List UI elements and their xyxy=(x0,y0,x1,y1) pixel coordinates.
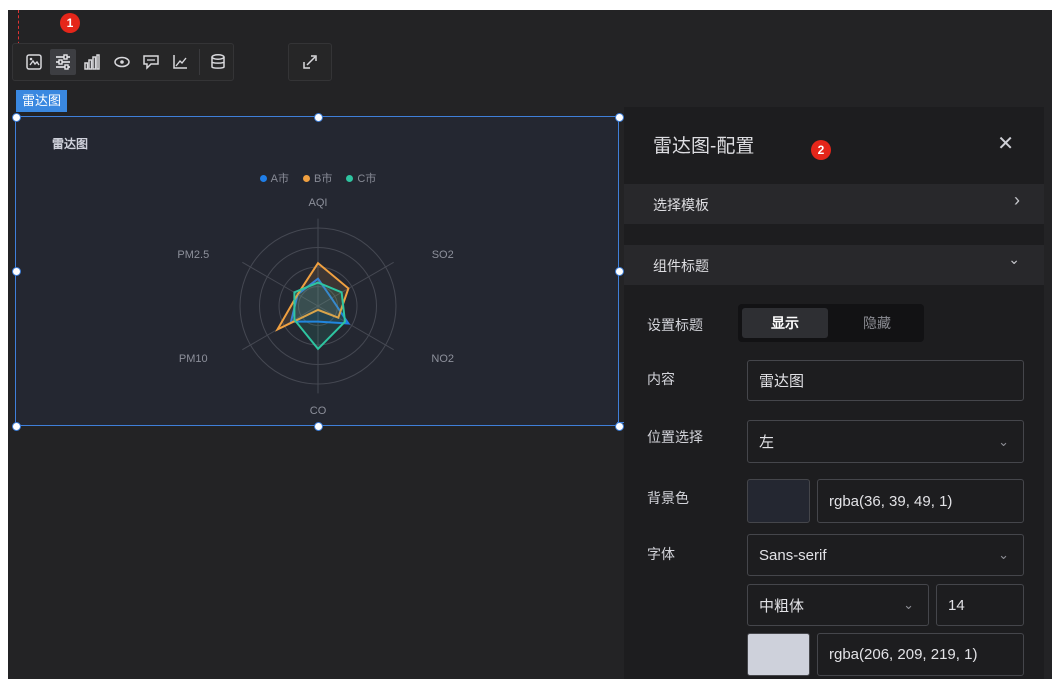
indicator-label: CO xyxy=(310,405,327,417)
section-template-label: 选择模板 xyxy=(653,197,709,213)
font-size-input[interactable]: 14 xyxy=(936,584,1024,626)
resize-handle[interactable] xyxy=(615,422,624,431)
content-label: 内容 xyxy=(647,371,675,387)
show-option[interactable]: 显示 xyxy=(742,308,828,338)
font-family-value: Sans-serif xyxy=(759,546,827,564)
toolbar-divider xyxy=(198,49,200,75)
title-content-value: 雷达图 xyxy=(759,373,805,390)
font-label: 字体 xyxy=(647,546,675,562)
chevron-right-icon: › xyxy=(1014,190,1020,210)
indicator-label: SO2 xyxy=(432,249,454,261)
resize-handle[interactable] xyxy=(12,113,21,122)
position-value: 左 xyxy=(759,434,775,451)
position-select[interactable]: 左 ⌄ xyxy=(747,420,1024,463)
set-title-label: 设置标题 xyxy=(647,317,703,333)
share-toolbar xyxy=(288,43,332,81)
chevron-down-icon: ⌄ xyxy=(1008,251,1020,267)
indicator-label: NO2 xyxy=(431,353,454,365)
message-icon[interactable] xyxy=(138,49,163,75)
sliders-icon[interactable] xyxy=(50,49,76,75)
resize-handle[interactable] xyxy=(615,113,624,122)
bg-color-label: 背景色 xyxy=(647,490,689,506)
image-icon[interactable] xyxy=(21,49,46,75)
bar-chart-icon[interactable] xyxy=(80,49,105,75)
indicator-label: PM2.5 xyxy=(177,249,209,261)
share-icon[interactable] xyxy=(297,49,323,75)
step-badge-2: 2 xyxy=(811,140,831,160)
indicator-label: PM10 xyxy=(179,353,208,365)
title-visibility-toggle: 显示 隐藏 xyxy=(738,304,924,342)
component-tag[interactable]: 雷达图 xyxy=(16,90,68,112)
section-title-label: 组件标题 xyxy=(653,258,709,274)
bg-color-swatch[interactable] xyxy=(747,479,810,523)
section-template[interactable]: 选择模板 › xyxy=(624,184,1044,224)
panel-title: 雷达图-配置 xyxy=(653,136,755,157)
radar-component[interactable]: 雷达图 A市 B市 C市 AQI SO2 NO2 CO PM10 PM2.5 xyxy=(12,113,624,431)
radar-series-C市 xyxy=(293,281,347,351)
font-weight-select[interactable]: 中粗体 ⌄ xyxy=(747,584,929,626)
panel-header: 雷达图-配置 2 ✕ xyxy=(624,107,1044,177)
font-color-input[interactable]: rgba(206, 209, 219, 1) xyxy=(817,633,1024,676)
axis-icon[interactable] xyxy=(167,49,192,75)
position-label: 位置选择 xyxy=(647,429,703,445)
eye-icon[interactable] xyxy=(109,49,134,75)
radar-chart: AQI SO2 NO2 CO PM10 PM2.5 xyxy=(177,197,454,417)
step-badge-1: 1 xyxy=(60,13,80,33)
resize-handle[interactable] xyxy=(615,267,624,276)
title-content-input[interactable]: 雷达图 xyxy=(747,360,1024,401)
chevron-down-icon: ⌄ xyxy=(998,547,1009,562)
bg-color-value: rgba(36, 39, 49, 1) xyxy=(829,492,953,510)
component-toolbar xyxy=(12,43,234,81)
resize-handle[interactable] xyxy=(314,422,323,431)
resize-handle[interactable] xyxy=(12,267,21,276)
resize-handle[interactable] xyxy=(12,422,21,431)
config-panel: 雷达图-配置 2 ✕ 选择模板 › 组件标题 ⌄ 设置标题 显示 隐藏 内容 雷… xyxy=(624,107,1044,679)
font-color-value: rgba(206, 209, 219, 1) xyxy=(829,646,978,663)
bg-color-input[interactable]: rgba(36, 39, 49, 1) xyxy=(817,479,1024,523)
close-icon[interactable]: ✕ xyxy=(997,131,1014,156)
font-family-select[interactable]: Sans-serif ⌄ xyxy=(747,534,1024,576)
font-color-swatch[interactable] xyxy=(747,633,810,676)
database-icon[interactable] xyxy=(206,49,231,75)
chevron-down-icon: ⌄ xyxy=(903,597,914,612)
font-weight-value: 中粗体 xyxy=(759,597,805,615)
resize-handle[interactable] xyxy=(314,113,323,122)
chevron-down-icon: ⌄ xyxy=(998,433,1009,449)
indicator-label: AQI xyxy=(309,197,328,209)
hide-option[interactable]: 隐藏 xyxy=(834,308,920,338)
font-size-value: 14 xyxy=(948,596,965,614)
section-component-title[interactable]: 组件标题 ⌄ xyxy=(624,245,1044,285)
